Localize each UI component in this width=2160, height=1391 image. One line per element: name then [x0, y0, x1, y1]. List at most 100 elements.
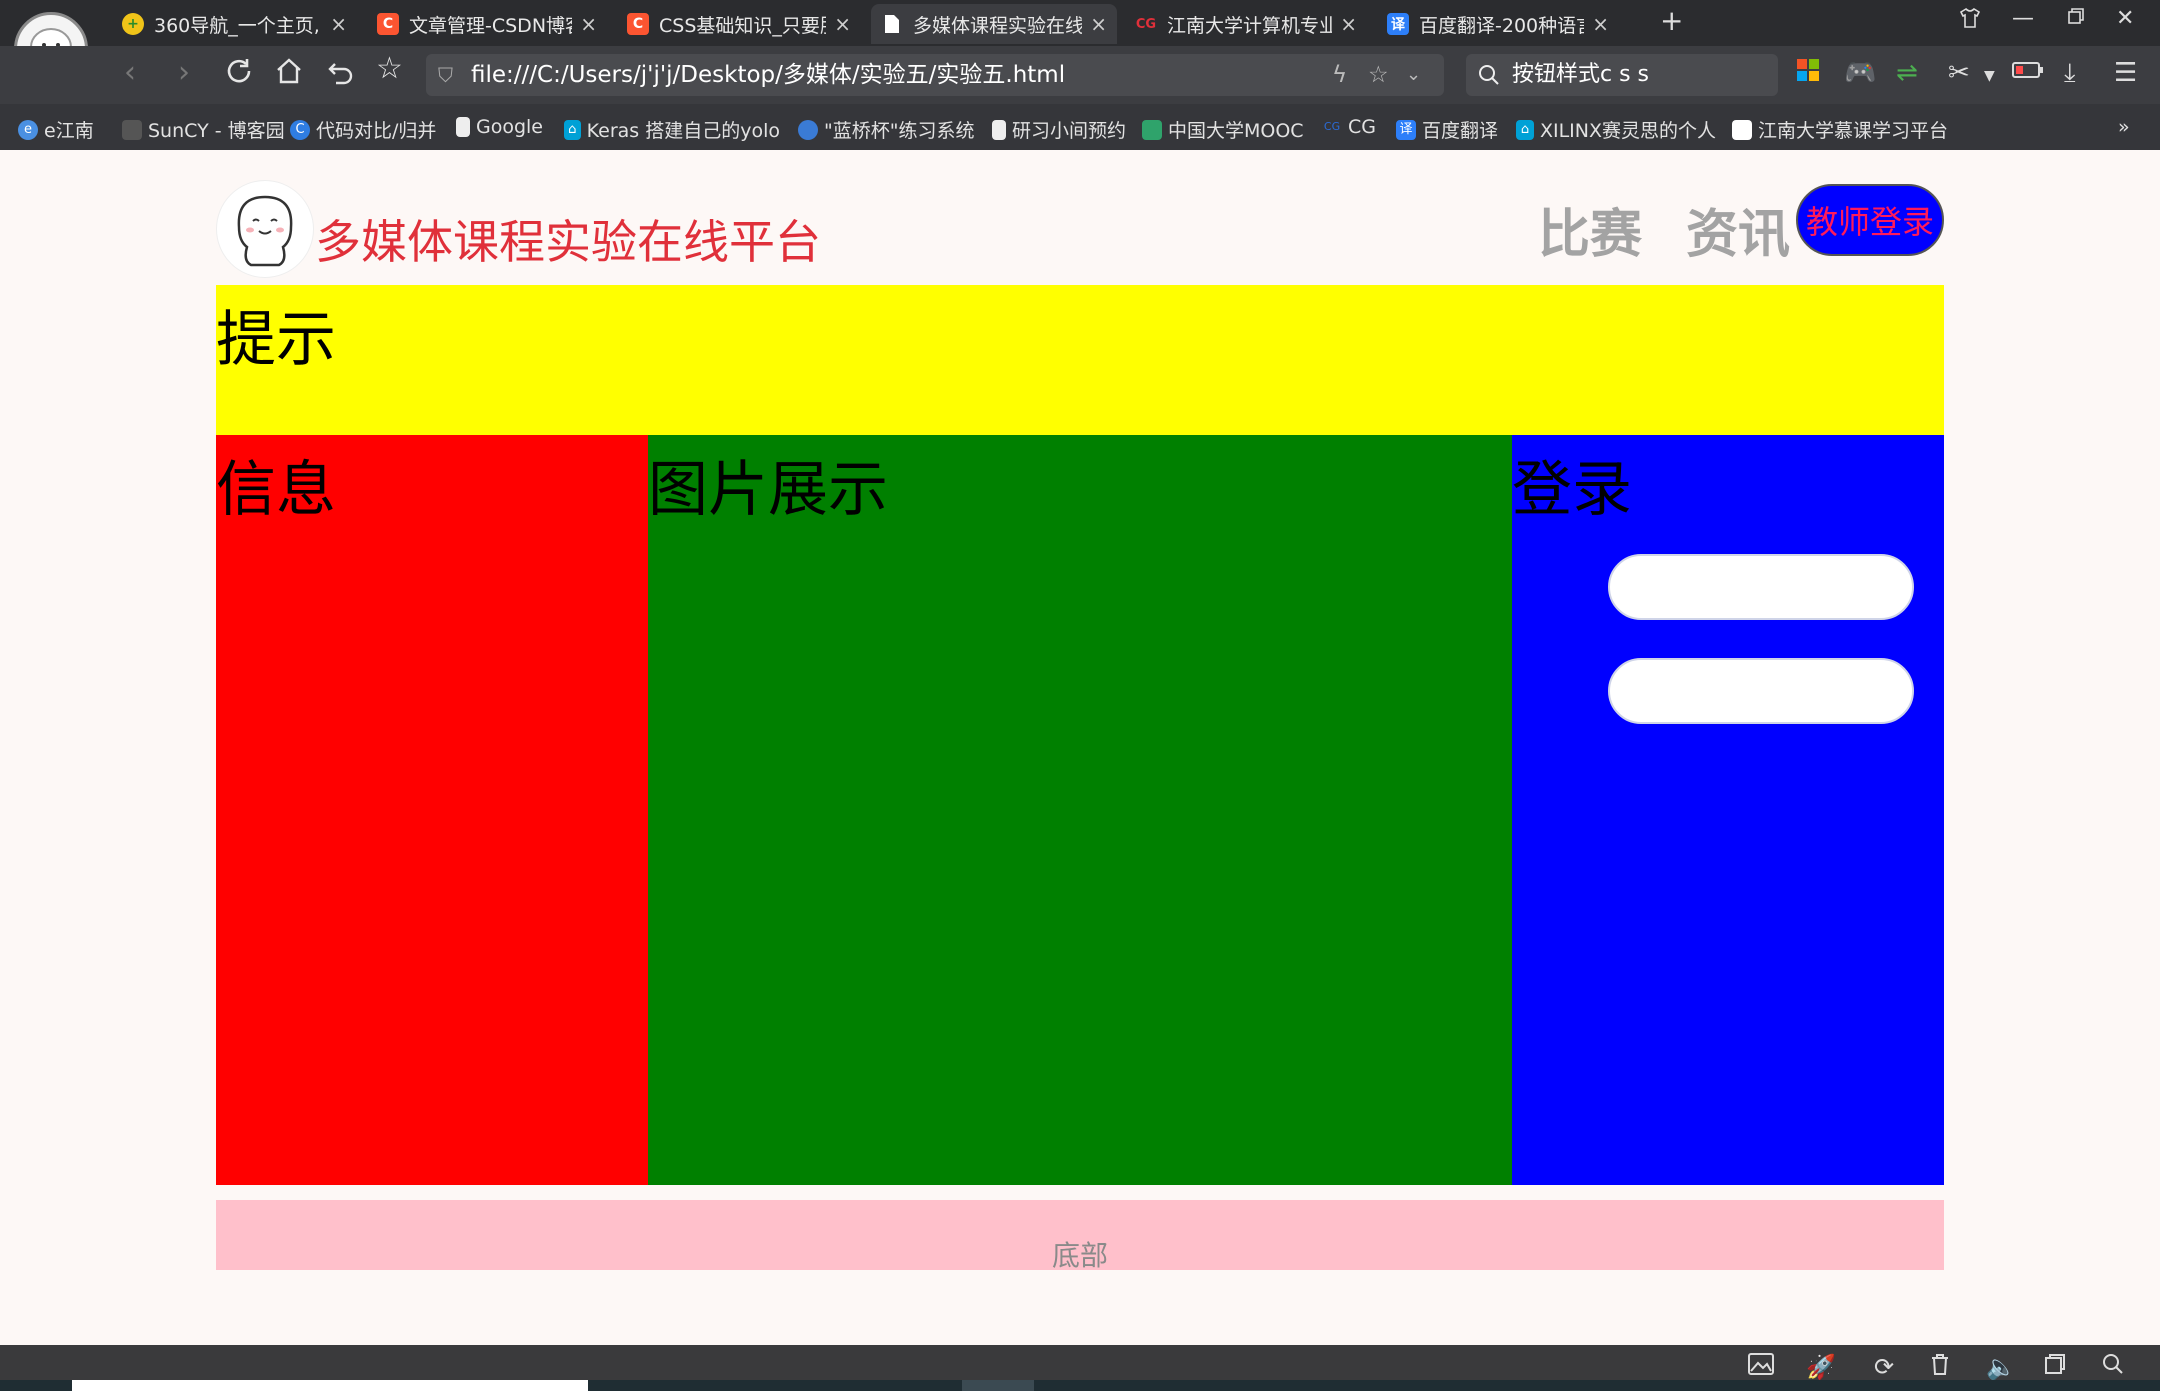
bookmark-item[interactable]: 中国大学MOOC: [1142, 116, 1304, 143]
speaker-icon[interactable]: 🔈: [1986, 1353, 2016, 1381]
address-bar[interactable]: ⛉ file:///C:/Users/j'j'j/Desktop/多媒体/实验五…: [426, 54, 1444, 96]
gallery-panel: 图片展示: [648, 435, 1512, 1185]
tab-jiangnan-cs[interactable]: CG 江南大学计算机专业 ×: [1125, 6, 1367, 42]
ejiangnan-icon: e: [18, 119, 38, 140]
tab-close-icon[interactable]: ×: [834, 12, 851, 36]
lightning-icon[interactable]: ϟ: [1332, 54, 1347, 96]
bookmark-item[interactable]: C 代码对比/归并: [290, 116, 436, 143]
shirt-icon[interactable]: [1958, 6, 1982, 36]
address-text: file:///C:/Users/j'j'j/Desktop/多媒体/实验五/实…: [471, 62, 1066, 88]
username-input[interactable]: [1608, 554, 1914, 620]
back-button[interactable]: ‹: [124, 58, 136, 88]
tab-close-icon[interactable]: ×: [1340, 12, 1357, 36]
cnblogs-icon: [122, 119, 142, 140]
csdn-icon: C: [627, 13, 649, 35]
mooc-icon: [1142, 119, 1162, 140]
chevron-down-icon[interactable]: ⌄: [1406, 54, 1421, 96]
tab-multimedia-active[interactable]: 多媒体课程实验在线 ×: [871, 4, 1117, 44]
close-window-button[interactable]: ✕: [2116, 6, 2134, 31]
home-icon[interactable]: [274, 56, 304, 92]
bookmark-item[interactable]: ⌂ XILINX赛灵思的个人: [1516, 116, 1716, 143]
csdn-icon: C: [377, 13, 399, 35]
window-icon[interactable]: [2044, 1353, 2066, 1381]
tab-360[interactable]: + 360导航_一个主页, ×: [112, 6, 357, 42]
login-heading: 登录: [1512, 455, 1632, 525]
footer-text: 底部: [1051, 1239, 1108, 1272]
bookmark-item[interactable]: 研习小间预约: [992, 116, 1126, 143]
minimize-button[interactable]: —: [2012, 6, 2034, 31]
image-icon[interactable]: [1748, 1353, 1774, 1381]
bookmark-item[interactable]: 江南大学慕课学习平台: [1732, 116, 1948, 143]
reload-icon[interactable]: [224, 56, 254, 92]
battery-icon[interactable]: [2012, 58, 2044, 88]
bilibili-icon: ⌂: [564, 119, 581, 140]
mascot-icon: [237, 195, 293, 267]
info-panel: 信息: [216, 435, 648, 1185]
undo-icon[interactable]: [326, 56, 356, 92]
restore-button[interactable]: [2066, 6, 2086, 32]
bookmark-item[interactable]: CG CG: [1322, 116, 1376, 138]
footer: 底部: [216, 1200, 1944, 1272]
favorite-star-icon[interactable]: ☆: [376, 54, 403, 84]
page-icon: [992, 119, 1006, 140]
bookmark-item[interactable]: Google: [456, 116, 543, 138]
refresh-icon[interactable]: ⟳: [1874, 1353, 1894, 1381]
extension-icon[interactable]: ⇌: [1896, 58, 1918, 88]
tab-csdn-articles[interactable]: C 文章管理-CSDN博客 ×: [367, 6, 607, 42]
game-controller-icon[interactable]: 🎮: [1844, 58, 1876, 88]
tab-bar: + 360导航_一个主页, × C 文章管理-CSDN博客 × C CSS基础知…: [0, 0, 2160, 86]
new-tab-button[interactable]: +: [1660, 4, 1683, 37]
code-compare-icon: C: [290, 119, 310, 140]
nav-competition[interactable]: 比赛: [1538, 192, 1642, 267]
page-icon: [456, 117, 470, 137]
teacher-login-button[interactable]: 教师登录: [1796, 184, 1944, 256]
shield-icon: ⛉: [438, 63, 453, 87]
lanqiao-icon: [798, 119, 818, 140]
bilibili-icon: ⌂: [1516, 119, 1534, 140]
bookmark-item[interactable]: e e江南: [18, 116, 94, 143]
search-box[interactable]: 按钮样式c s s: [1466, 54, 1778, 96]
trash-icon[interactable]: [1930, 1353, 1950, 1381]
gallery-heading: 图片展示: [648, 455, 888, 525]
bookmark-item[interactable]: 译百度翻译: [1396, 116, 1498, 143]
page-content: 多媒体课程实验在线平台 比赛 资讯 教师登录 提示 信息 图片展示 登录 底部: [0, 150, 2160, 1345]
menu-icon[interactable]: ☰: [2114, 58, 2137, 88]
zoom-icon[interactable]: [2102, 1353, 2124, 1381]
taskbar-app-indicator[interactable]: [962, 1380, 1034, 1391]
bookmarks-bar: e e江南 SunCY - 博客园 C 代码对比/归并 Google ⌂ Keras …: [0, 104, 2160, 150]
360-icon: +: [122, 13, 144, 35]
bookmark-star-icon[interactable]: ☆: [1368, 54, 1389, 96]
password-input[interactable]: [1608, 658, 1914, 724]
translate-icon: 译: [1396, 119, 1416, 140]
taskbar-window-preview[interactable]: [72, 1380, 588, 1391]
info-heading: 信息: [216, 455, 336, 525]
nav-news[interactable]: 资讯: [1686, 192, 1790, 267]
tab-close-icon[interactable]: ×: [330, 12, 347, 36]
download-icon[interactable]: ⤓: [2064, 58, 2076, 89]
cg-icon: CG: [1323, 120, 1341, 133]
rocket-icon[interactable]: 🚀: [1806, 1353, 1836, 1381]
site-logo: [216, 180, 314, 278]
site-title: 多媒体课程实验在线平台: [315, 215, 821, 269]
tab-css-basics[interactable]: C CSS基础知识_只要肝 ×: [617, 6, 861, 42]
tab-close-icon[interactable]: ×: [580, 12, 597, 36]
os-taskbar-strip: [0, 1380, 2160, 1391]
page-icon: [1732, 119, 1752, 140]
tip-heading: 提示: [216, 305, 336, 375]
tab-baidu-translate[interactable]: 译 百度翻译-200种语言 ×: [1377, 6, 1619, 42]
tab-close-icon[interactable]: ×: [1592, 12, 1609, 36]
tab-close-icon[interactable]: ×: [1090, 12, 1107, 36]
bookmarks-more-button[interactable]: »: [2118, 116, 2130, 138]
scissors-icon[interactable]: ✂: [1948, 58, 1970, 88]
cg-icon: CG: [1135, 16, 1157, 32]
translate-icon: 译: [1387, 13, 1409, 35]
bookmark-item[interactable]: ⌂ Keras 搭建自己的yolo: [564, 116, 780, 143]
navigation-bar: ‹ › ☆ ⛉ file:///C:/Users/j'j'j/Desktop/多…: [0, 46, 2160, 104]
bookmark-item[interactable]: "蓝桥杯"练习系统: [798, 116, 974, 143]
bookmark-item[interactable]: SunCY - 博客园: [122, 116, 285, 143]
document-icon: [881, 13, 903, 35]
scissors-dropdown-icon[interactable]: ▼: [1984, 68, 1995, 84]
browser-chrome: + 360导航_一个主页, × C 文章管理-CSDN博客 × C CSS基础知…: [0, 0, 2160, 150]
forward-button[interactable]: ›: [178, 58, 190, 88]
apps-grid-icon[interactable]: [1796, 58, 1820, 89]
